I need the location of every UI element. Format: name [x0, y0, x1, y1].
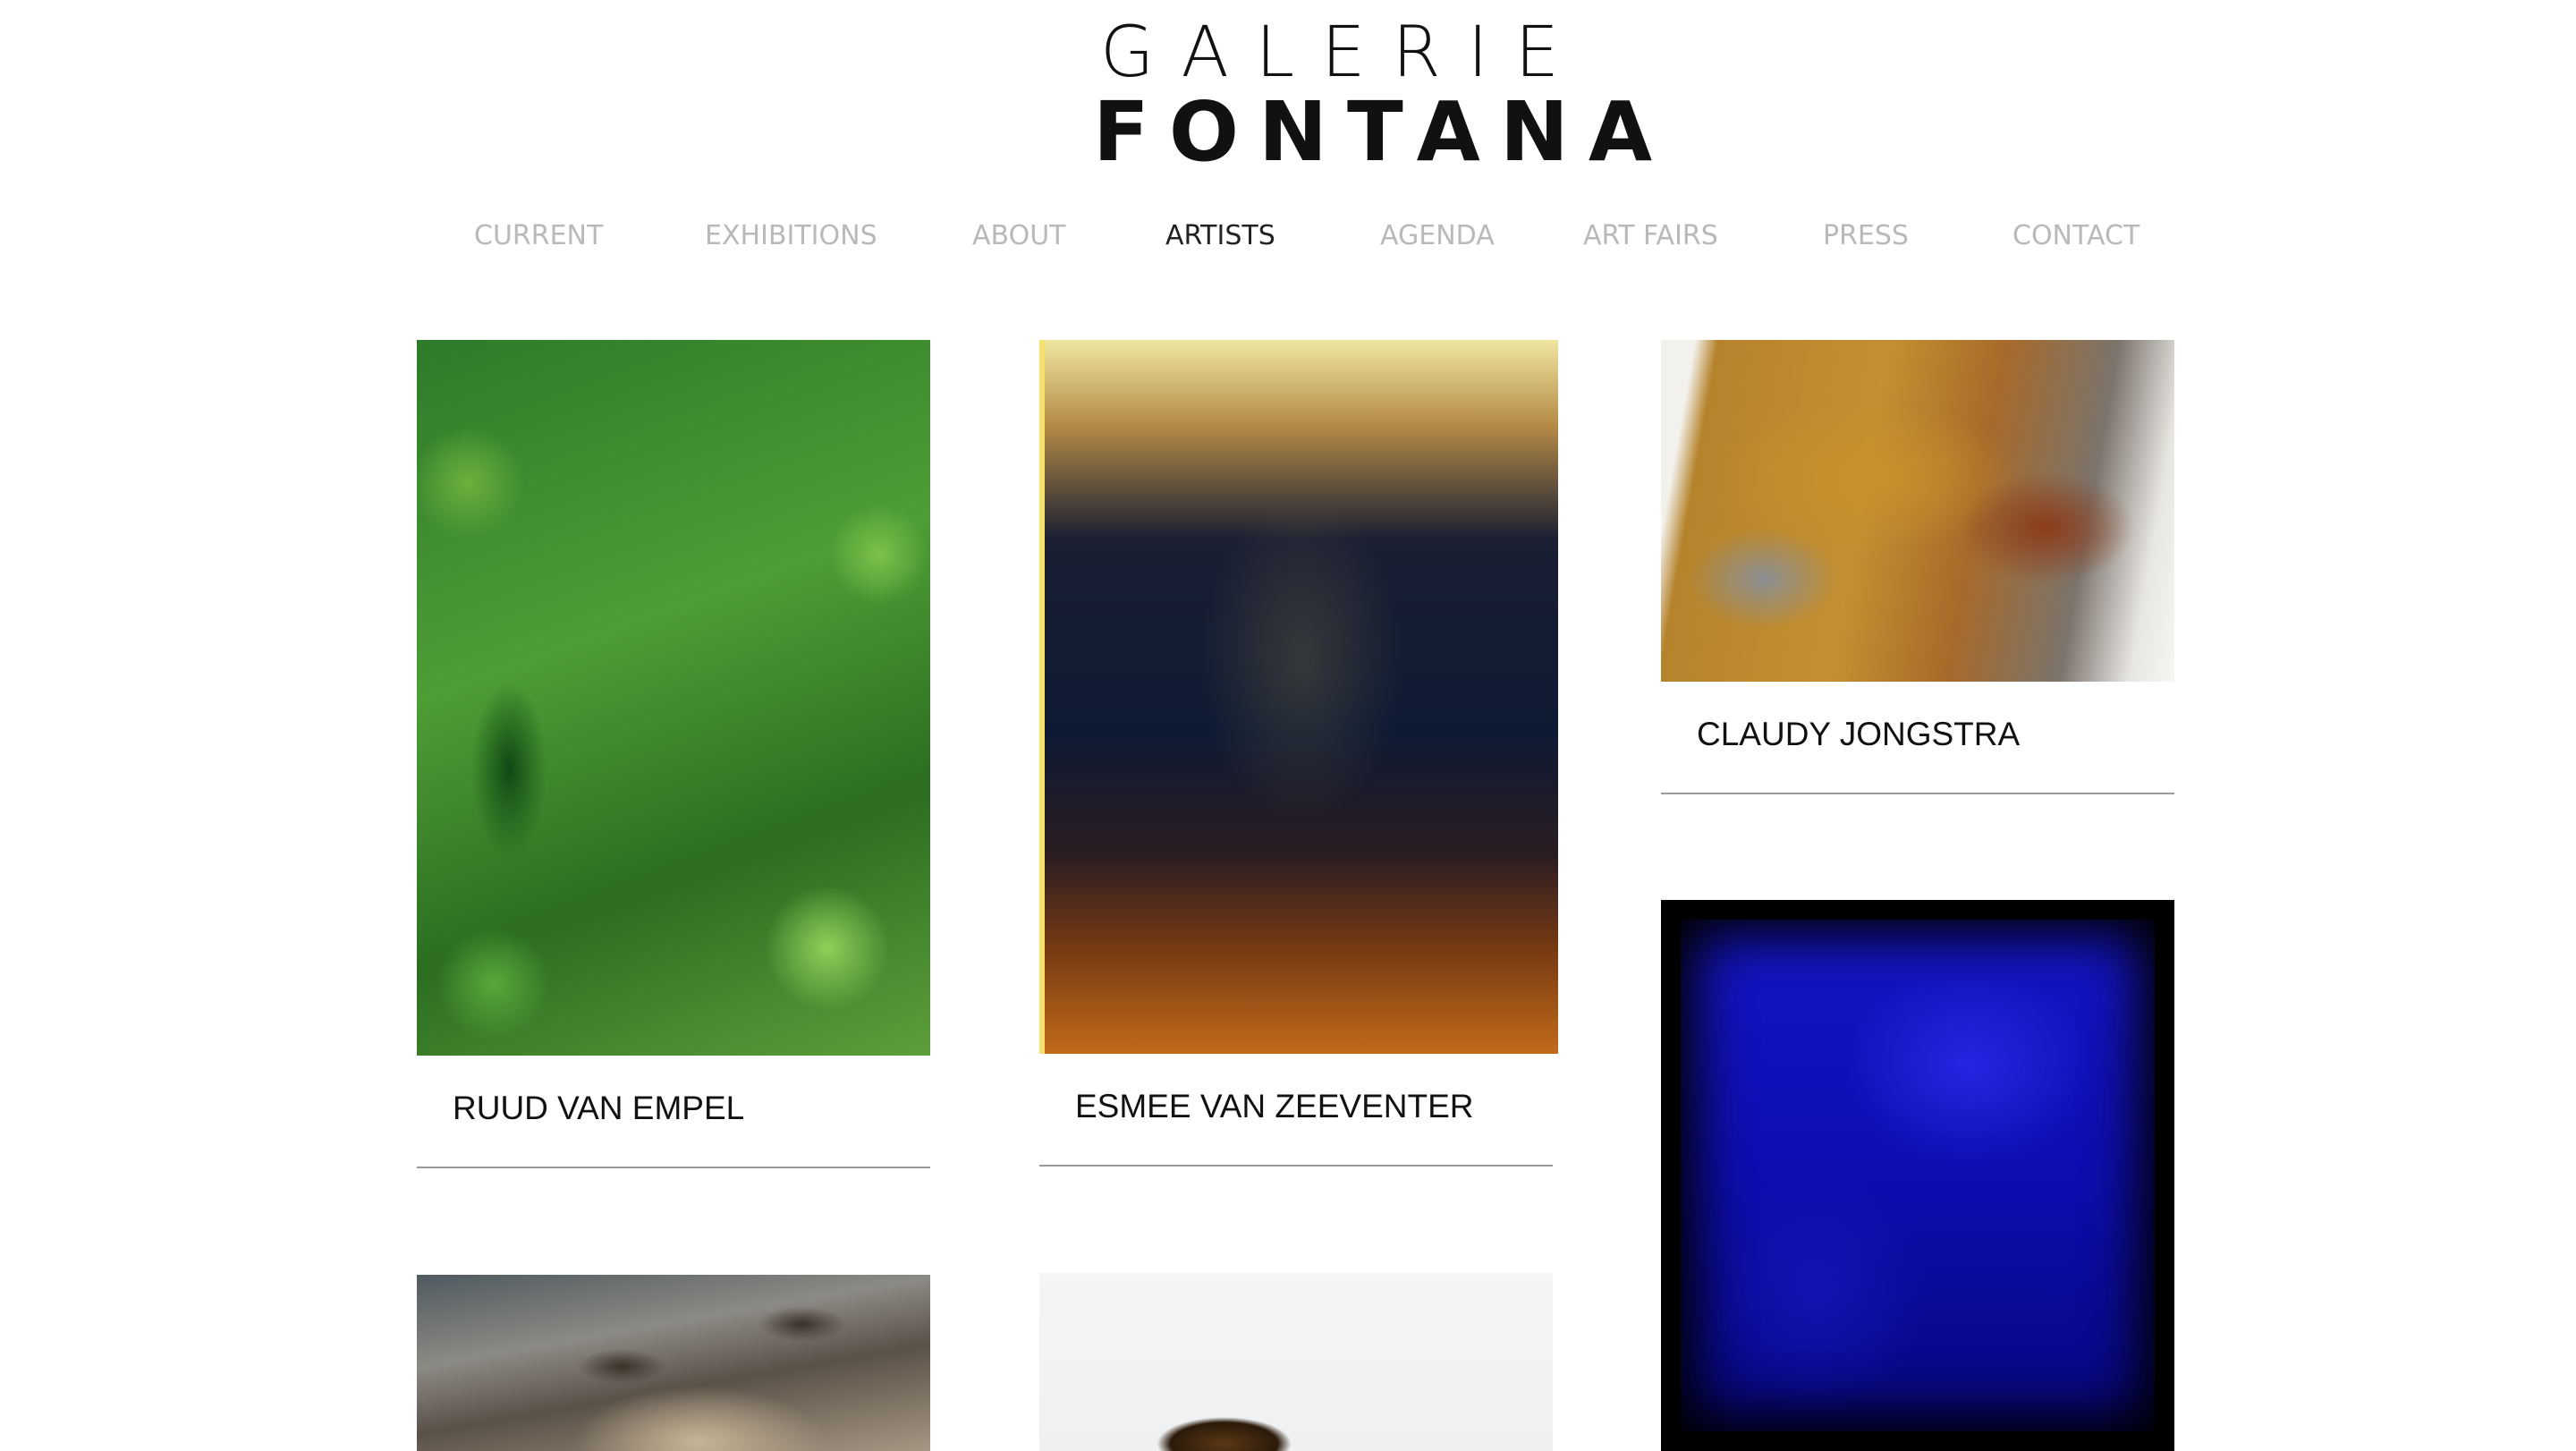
card-divider: [1661, 793, 2174, 794]
artist-card-blue-painting: [1661, 900, 2174, 1451]
artist-image[interactable]: [1039, 1273, 1553, 1451]
artist-name[interactable]: RUUD VAN EMPEL: [453, 1090, 744, 1127]
logo-line-fontana: FONTANA: [1093, 84, 1673, 180]
artist-image[interactable]: [417, 1275, 930, 1451]
artist-card-esmee-van-zeeventer: ESMEE VAN ZEEVENTER: [1039, 340, 1558, 1168]
artist-image[interactable]: [1039, 340, 1558, 1054]
artist-image[interactable]: [1661, 900, 2174, 1451]
card-divider: [1039, 1165, 1553, 1167]
nav-item-exhibitions[interactable]: EXHIBITIONS: [705, 218, 877, 254]
nav-item-agenda[interactable]: AGENDA: [1380, 218, 1495, 254]
artist-image[interactable]: [417, 340, 930, 1056]
card-divider: [417, 1167, 930, 1168]
artist-name[interactable]: CLAUDY JONGSTRA: [1697, 716, 2020, 753]
nav-item-contact[interactable]: CONTACT: [2012, 218, 2140, 254]
nav-item-artists[interactable]: ARTISTS: [1165, 218, 1275, 254]
nav-item-art-fairs[interactable]: ART FAIRS: [1583, 218, 1718, 254]
artist-card-sculpture-photo: [1039, 1273, 1553, 1451]
artist-image[interactable]: [1661, 340, 2174, 682]
nav-item-current[interactable]: CURRENT: [474, 218, 603, 254]
main-nav: CURRENT EXHIBITIONS ABOUT ARTISTS AGENDA…: [420, 218, 2156, 254]
artist-card-ruin-photo: [417, 1275, 930, 1451]
nav-item-about[interactable]: ABOUT: [972, 218, 1065, 254]
logo-line-galerie: GALERIE: [1100, 13, 1587, 93]
artist-name[interactable]: ESMEE VAN ZEEVENTER: [1075, 1088, 1473, 1125]
gallery-logo[interactable]: GALERIE FONTANA: [1073, 13, 1652, 177]
artist-card-claudy-jongstra: CLAUDY JONGSTRA: [1661, 340, 2174, 794]
artist-card-ruud-van-empel: RUUD VAN EMPEL: [417, 340, 930, 1170]
nav-item-press[interactable]: PRESS: [1823, 218, 1909, 254]
